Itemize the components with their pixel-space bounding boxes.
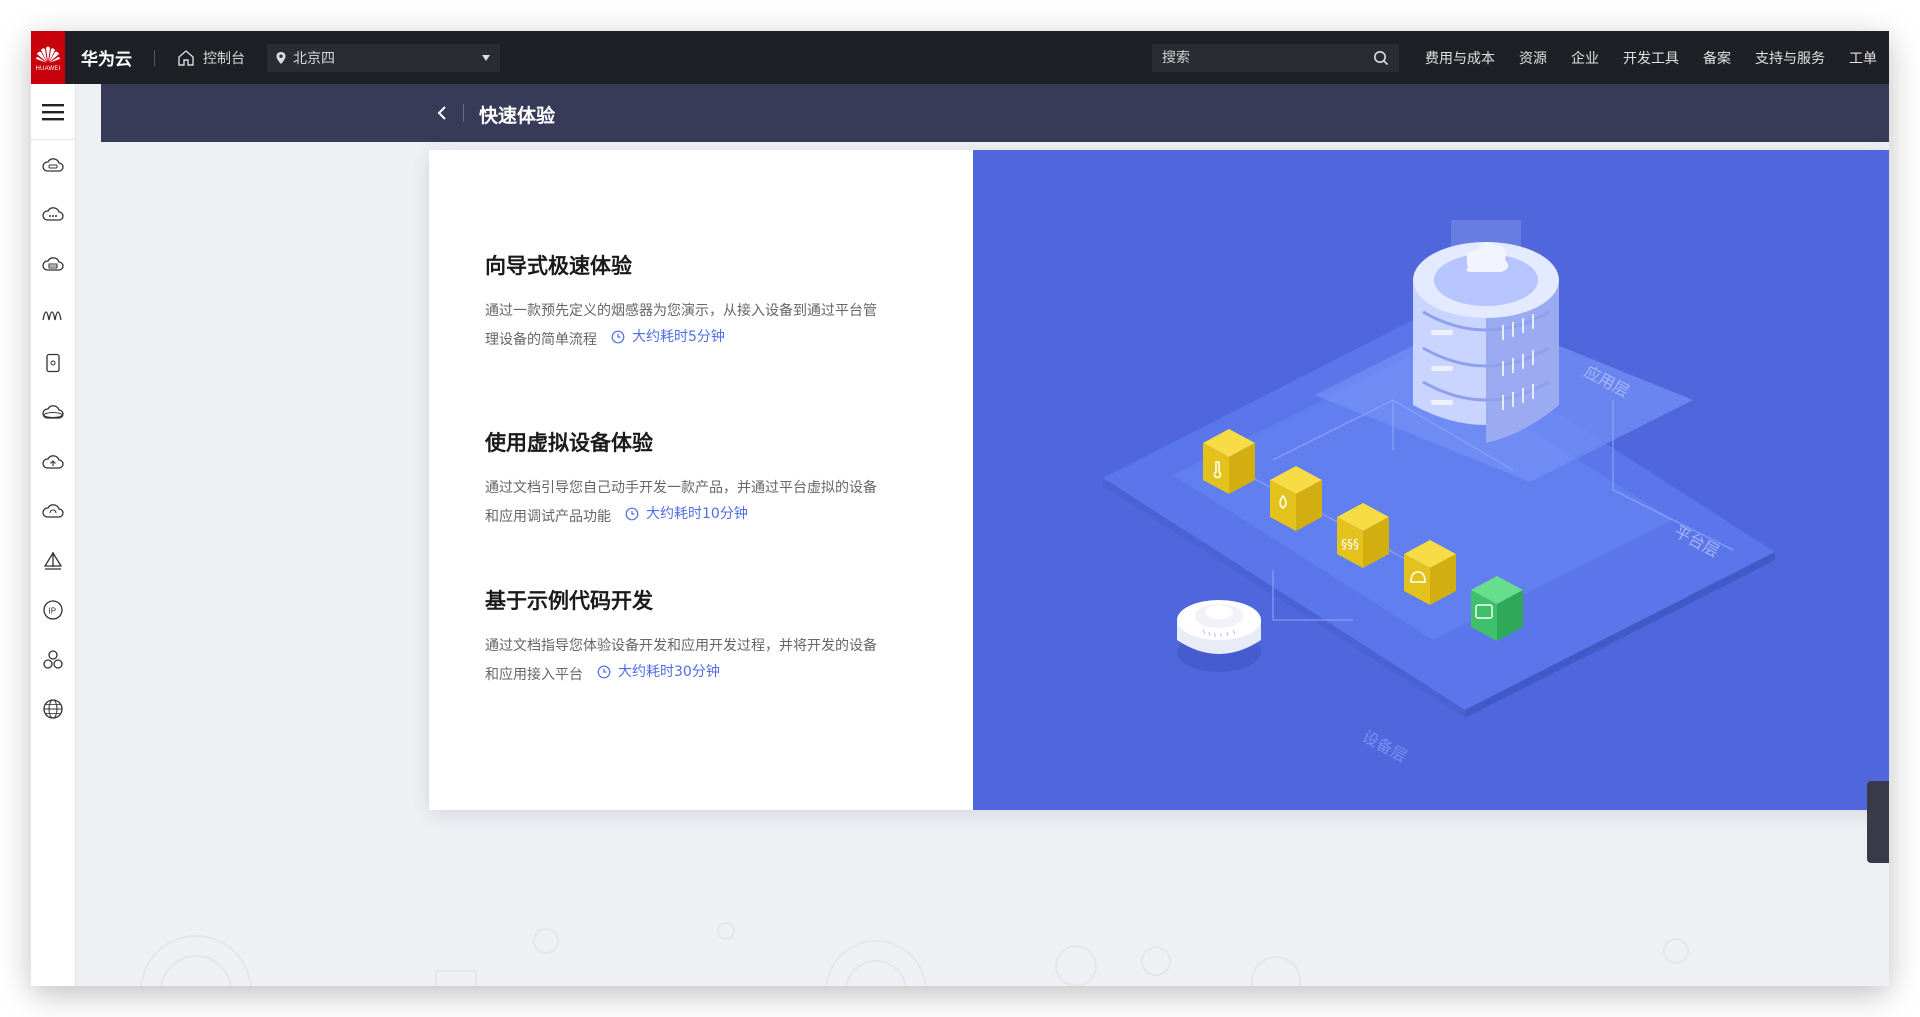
rail-item-6[interactable] [31, 388, 75, 438]
time-estimate: 大约耗时30分钟 [597, 659, 720, 685]
region-value: 北京四 [293, 50, 335, 67]
globe-icon [43, 699, 63, 719]
menu-toggle[interactable] [31, 84, 75, 140]
sail-icon [43, 551, 63, 570]
huawei-logo[interactable]: HUAWEI [31, 31, 65, 84]
browser-window: HUAWEI 华为云 控制台 北京四 费用与成本 资源 [31, 31, 1889, 986]
rail-item-1[interactable] [31, 140, 75, 190]
page-header: 快速体验 [101, 84, 1889, 142]
rail-item-5[interactable] [31, 338, 75, 388]
chevron-down-icon [482, 54, 490, 61]
rail-item-4[interactable] [31, 289, 75, 339]
option-desc: 通过一款预先定义的烟感器为您演示，从接入设备到通过平台管理设备的简单流程 大约耗… [485, 303, 877, 350]
nav-support[interactable]: 支持与服务 [1755, 48, 1825, 68]
experience-options: 向导式极速体验 通过一款预先定义的烟感器为您演示，从接入设备到通过平台管理设备的… [429, 150, 973, 810]
left-service-rail: IP [31, 84, 76, 986]
rail-item-9[interactable] [31, 536, 75, 586]
isometric-illustration: §§§ 应用层 平台层 设备层 [1103, 220, 1775, 766]
cloud-refresh-icon [42, 504, 64, 518]
option-virtual-device[interactable]: 使用虚拟设备体验 通过文档引导您自己动手开发一款产品，并通过平台虚拟的设备和应用… [485, 427, 885, 530]
cluster-icon [43, 650, 63, 669]
rail-item-7[interactable] [31, 437, 75, 487]
clock-icon [597, 665, 611, 679]
device-icon [46, 353, 60, 372]
cloud-db-icon [42, 256, 64, 271]
top-nav-bar: HUAWEI 华为云 控制台 北京四 费用与成本 资源 [31, 31, 1889, 84]
cloud-ring-icon [42, 405, 64, 419]
nav-billing[interactable]: 费用与成本 [1425, 48, 1495, 68]
nav-tickets[interactable]: 工单 [1849, 48, 1877, 68]
page-title: 快速体验 [479, 105, 556, 127]
layer-label-device: 设备层 [1359, 727, 1410, 766]
rail-item-11[interactable] [31, 635, 75, 685]
hamburger-icon [42, 103, 64, 120]
divider [463, 104, 464, 122]
rail-item-3[interactable] [31, 239, 75, 289]
rail-item-8[interactable] [31, 487, 75, 537]
nav-resources[interactable]: 资源 [1519, 48, 1547, 68]
search-box[interactable] [1152, 43, 1399, 72]
chevron-left-icon [437, 106, 446, 120]
nav-dev-tools[interactable]: 开发工具 [1623, 48, 1679, 68]
option-desc: 通过文档引导您自己动手开发一款产品，并通过平台虚拟的设备和应用调试产品功能 大约… [485, 480, 877, 527]
rail-item-10[interactable]: IP [31, 586, 75, 636]
clock-icon [611, 330, 625, 344]
search-icon[interactable] [1373, 50, 1389, 66]
logo-text: HUAWEI [35, 65, 61, 72]
option-title[interactable]: 向导式极速体验 [485, 250, 885, 280]
back-button[interactable] [431, 102, 453, 124]
option-desc: 通过文档指导您体验设备开发和应用开发过程，并将开发的设备和应用接入平台 大约耗时… [485, 638, 877, 685]
option-sample-code[interactable]: 基于示例代码开发 通过文档指导您体验设备开发和应用开发过程，并将开发的设备和应用… [485, 585, 885, 688]
cloud-more-icon [42, 207, 64, 221]
option-title[interactable]: 基于示例代码开发 [485, 585, 885, 615]
console-link[interactable]: 控制台 [177, 48, 245, 68]
region-select[interactable]: 北京四 [267, 43, 500, 72]
feedback-tab[interactable] [1867, 781, 1889, 863]
ip-icon: IP [43, 600, 63, 620]
brand-name[interactable]: 华为云 [81, 45, 132, 70]
background-decoration [140, 922, 1689, 986]
clock-icon [625, 507, 639, 521]
waves-icon [42, 311, 62, 321]
option-title[interactable]: 使用虚拟设备体验 [485, 427, 885, 457]
svg-text:IP: IP [49, 607, 57, 616]
time-estimate: 大约耗时10分钟 [625, 501, 748, 527]
home-icon [178, 49, 194, 66]
smoke-detector [1177, 600, 1261, 672]
location-pin-icon [276, 51, 286, 64]
iot-architecture-illustration: §§§ 应用层 平台层 设备层 [973, 150, 1889, 810]
rail-item-12[interactable] [31, 685, 75, 735]
nav-filing[interactable]: 备案 [1703, 48, 1731, 68]
console-label: 控制台 [203, 50, 245, 67]
cloud-upload-icon [42, 454, 64, 469]
quick-experience-card: 向导式极速体验 通过一款预先定义的烟感器为您演示，从接入设备到通过平台管理设备的… [429, 150, 1889, 810]
svg-text:§§§: §§§ [1341, 537, 1359, 551]
nav-enterprise[interactable]: 企业 [1571, 48, 1599, 68]
search-input[interactable] [1162, 49, 1362, 66]
huawei-flower-icon [36, 46, 60, 62]
rail-item-2[interactable] [31, 190, 75, 240]
server-stack [1413, 220, 1559, 443]
iot-cloud-icon [42, 157, 64, 172]
divider [154, 49, 155, 66]
time-estimate: 大约耗时5分钟 [611, 324, 725, 350]
option-wizard[interactable]: 向导式极速体验 通过一款预先定义的烟感器为您演示，从接入设备到通过平台管理设备的… [485, 250, 885, 353]
